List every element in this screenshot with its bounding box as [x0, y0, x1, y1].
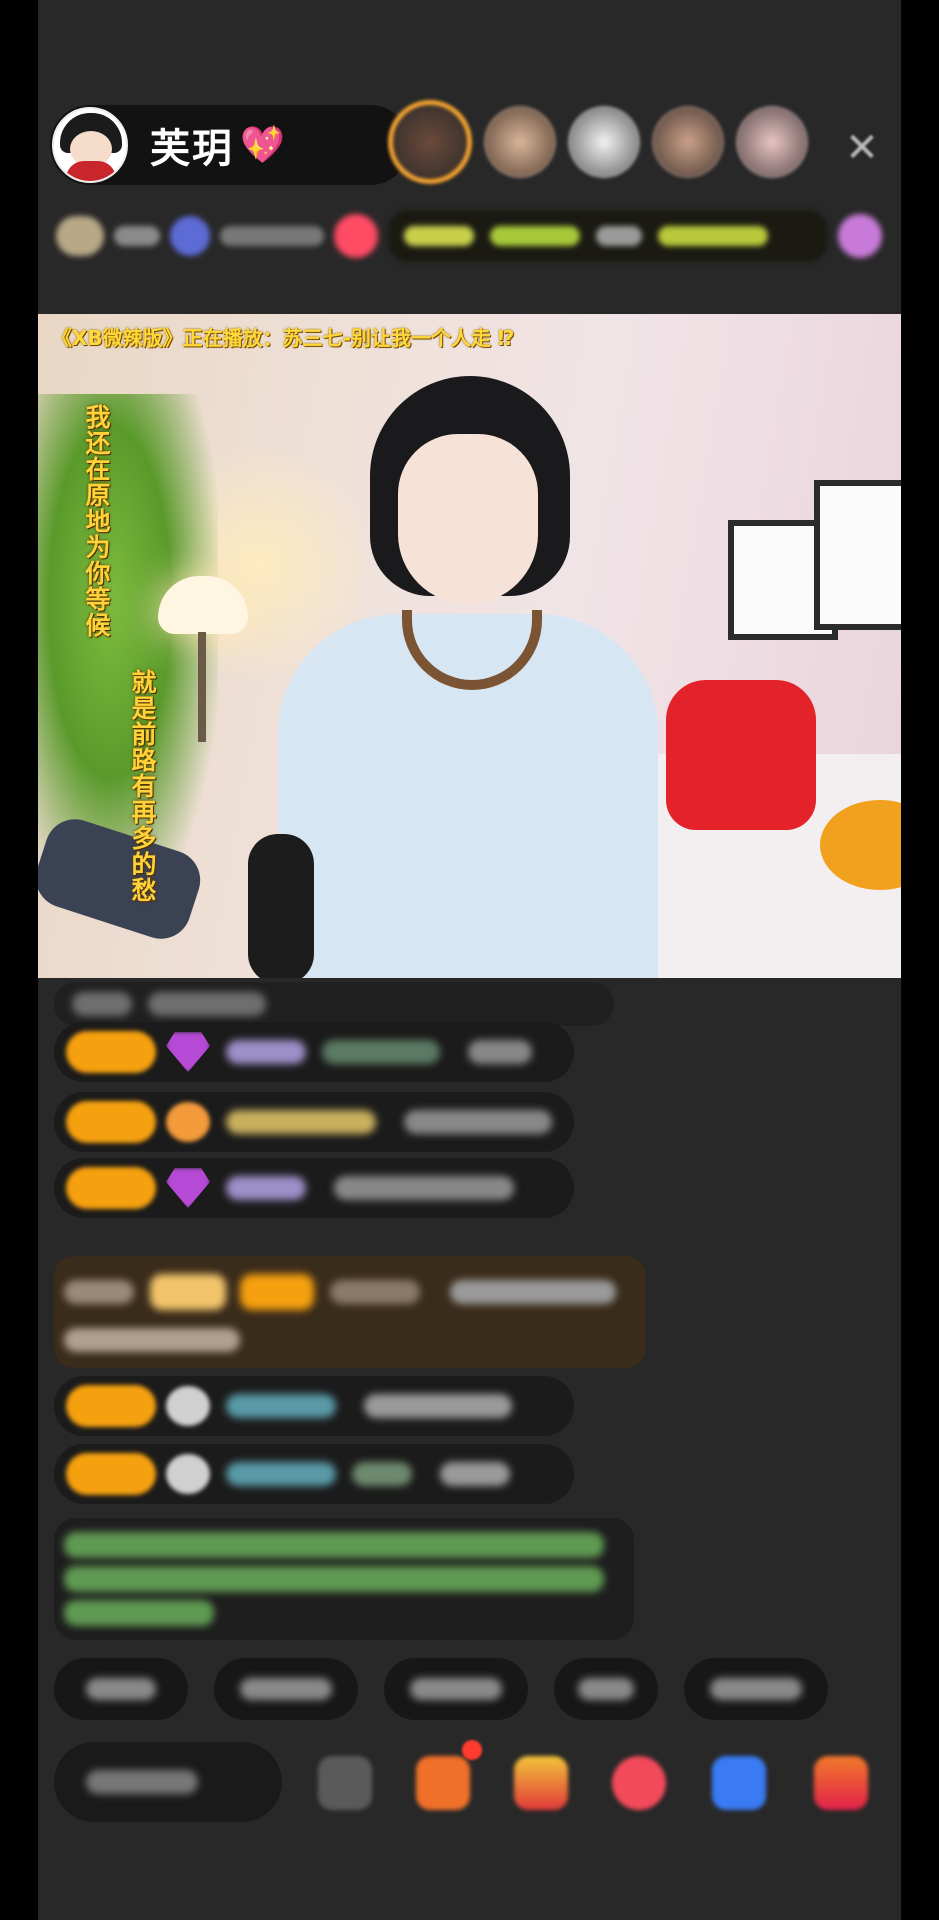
gem-icon: [166, 1032, 210, 1072]
chat-text: [352, 1462, 412, 1486]
gem-icon: [166, 1168, 210, 1208]
quick-reply-chip[interactable]: [384, 1658, 528, 1720]
heart-icon: 💖: [240, 125, 285, 166]
chat-text: [440, 1462, 510, 1486]
user-name[interactable]: [226, 1110, 376, 1134]
user-name[interactable]: [226, 1394, 336, 1418]
live-room-screen: 芙玥 💖 ✕ 《XB微辣版》正在播放：苏三七-别让我一个人走 ⁉ 我还在原地为你…: [38, 0, 901, 1920]
chat-text: [72, 992, 132, 1016]
viewer-avatar[interactable]: [736, 106, 808, 178]
fan-club-icon[interactable]: [416, 1756, 470, 1810]
user-name[interactable]: [226, 1040, 306, 1064]
viewer-avatar[interactable]: [568, 106, 640, 178]
host-info-pill[interactable]: 芙玥 💖: [50, 105, 410, 185]
quick-reply-row: [54, 1658, 828, 1720]
announcement-bar[interactable]: [388, 210, 828, 262]
close-icon[interactable]: ✕: [840, 126, 884, 170]
top-viewers-list: [388, 100, 808, 184]
gift-bag-icon[interactable]: [514, 1756, 568, 1810]
viewer-avatar[interactable]: [484, 106, 556, 178]
rank-badge[interactable]: [56, 216, 104, 256]
chat-text: [322, 1040, 440, 1064]
bottom-toolbar: [38, 1740, 901, 1842]
chat-text: [334, 1176, 514, 1200]
chat-text: [364, 1394, 512, 1418]
popularity-badge[interactable]: [334, 214, 378, 258]
quick-reply-chip[interactable]: [214, 1658, 358, 1720]
user-name[interactable]: [226, 1176, 306, 1200]
lyric-line: 就是前路有再多的愁: [128, 669, 157, 903]
gift-shortcut-icon[interactable]: [838, 214, 882, 258]
quick-reply-chip[interactable]: [554, 1658, 658, 1720]
comment-input[interactable]: [54, 1742, 282, 1822]
chat-message: [54, 982, 614, 1026]
quick-reply-chip[interactable]: [684, 1658, 828, 1720]
emoji-icon[interactable]: [318, 1756, 372, 1810]
live-video[interactable]: 《XB微辣版》正在播放：苏三七-别让我一个人走 ⁉ 我还在原地为你等候 就是前路…: [38, 314, 901, 978]
level-badge: [66, 1167, 156, 1209]
notification-dot: [462, 1740, 482, 1760]
fan-badge-icon: [166, 1102, 210, 1142]
user-name[interactable]: [226, 1462, 336, 1486]
lyric-line: 我还在原地为你等候: [82, 404, 111, 638]
microphone: [248, 834, 314, 978]
chat-message: [54, 1158, 574, 1218]
level-badge: [66, 1453, 156, 1495]
host-avatar[interactable]: [52, 107, 128, 183]
chat-message: [54, 1444, 574, 1504]
host-name: 芙玥: [150, 126, 234, 172]
now-playing-banner: 《XB微辣版》正在播放：苏三七-别让我一个人走 ⁉: [52, 326, 515, 350]
level-badge: [66, 1385, 156, 1427]
chat-text: [404, 1110, 552, 1134]
gift-message: [54, 1256, 646, 1368]
rank-text: [114, 226, 160, 246]
game-icon[interactable]: [712, 1756, 766, 1810]
heart-gift-icon[interactable]: [612, 1756, 666, 1810]
chat-message: [54, 1376, 574, 1436]
viewer-avatar[interactable]: [388, 100, 472, 184]
avatar-icon: [166, 1454, 210, 1494]
chat-text: [148, 992, 266, 1016]
viewer-avatar[interactable]: [652, 106, 724, 178]
red-bag-decoration: [666, 680, 816, 830]
chat-message: [54, 1022, 574, 1082]
level-badge: [66, 1031, 156, 1073]
system-notice: [54, 1518, 634, 1640]
quick-reply-chip[interactable]: [54, 1658, 188, 1720]
avatar-icon: [166, 1386, 210, 1426]
gift-box-icon[interactable]: [814, 1756, 868, 1810]
chat-message: [54, 1092, 574, 1152]
level-badge: [66, 1101, 156, 1143]
chat-text: [468, 1040, 532, 1064]
fan-club-text: [220, 226, 324, 246]
room-badges-row: [56, 206, 896, 266]
fan-club-badge[interactable]: [170, 216, 210, 256]
